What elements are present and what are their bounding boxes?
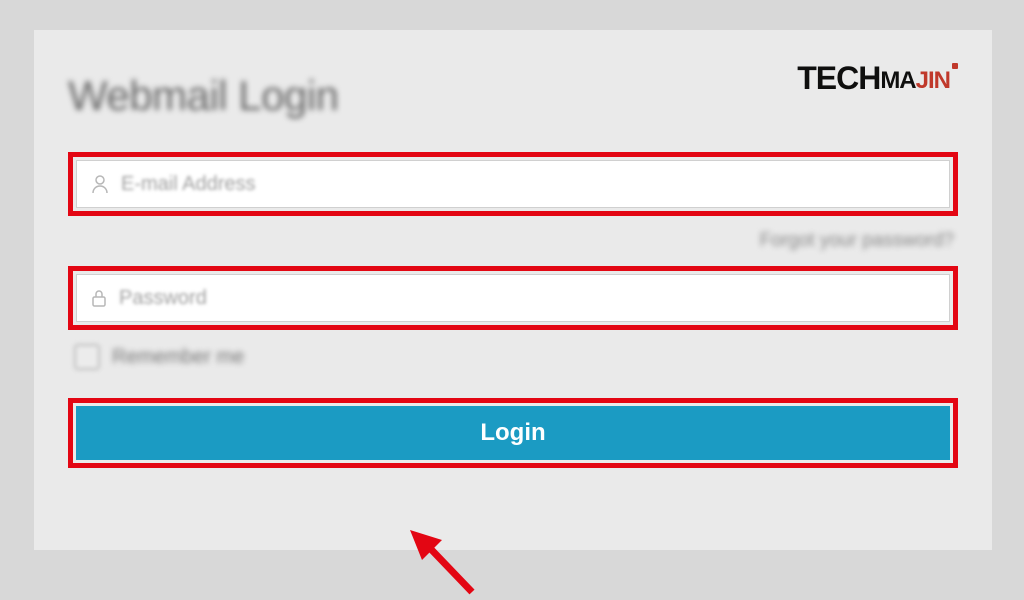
brand-logo-accent [952, 63, 958, 69]
login-button[interactable]: Login [76, 406, 950, 460]
header-row: Webmail Login TECHMAJIN [68, 60, 958, 120]
login-highlight-frame: Login [68, 398, 958, 468]
email-highlight-frame: E-mail Address [68, 152, 958, 216]
forgot-row: Forgot your password? [68, 230, 954, 252]
login-panel: Webmail Login TECHMAJIN E-mail Address F… [34, 30, 992, 550]
page-title: Webmail Login [68, 72, 339, 120]
email-placeholder: E-mail Address [121, 173, 256, 196]
annotation-arrow-icon [402, 530, 492, 600]
brand-logo-part1: TECH [797, 60, 880, 96]
password-field[interactable]: Password [76, 274, 950, 322]
brand-logo-part2: MA [880, 67, 915, 94]
password-highlight-frame: Password [68, 266, 958, 330]
password-placeholder: Password [119, 287, 207, 310]
email-field[interactable]: E-mail Address [76, 160, 950, 208]
lock-icon [91, 288, 107, 308]
brand-logo: TECHMAJIN [797, 60, 958, 97]
forgot-password-link[interactable]: Forgot your password? [760, 230, 954, 251]
user-icon [91, 174, 109, 194]
brand-logo-part3: JIN [916, 67, 950, 94]
remember-row: Remember me [74, 344, 954, 370]
remember-checkbox[interactable] [74, 344, 100, 370]
remember-label: Remember me [112, 346, 244, 369]
